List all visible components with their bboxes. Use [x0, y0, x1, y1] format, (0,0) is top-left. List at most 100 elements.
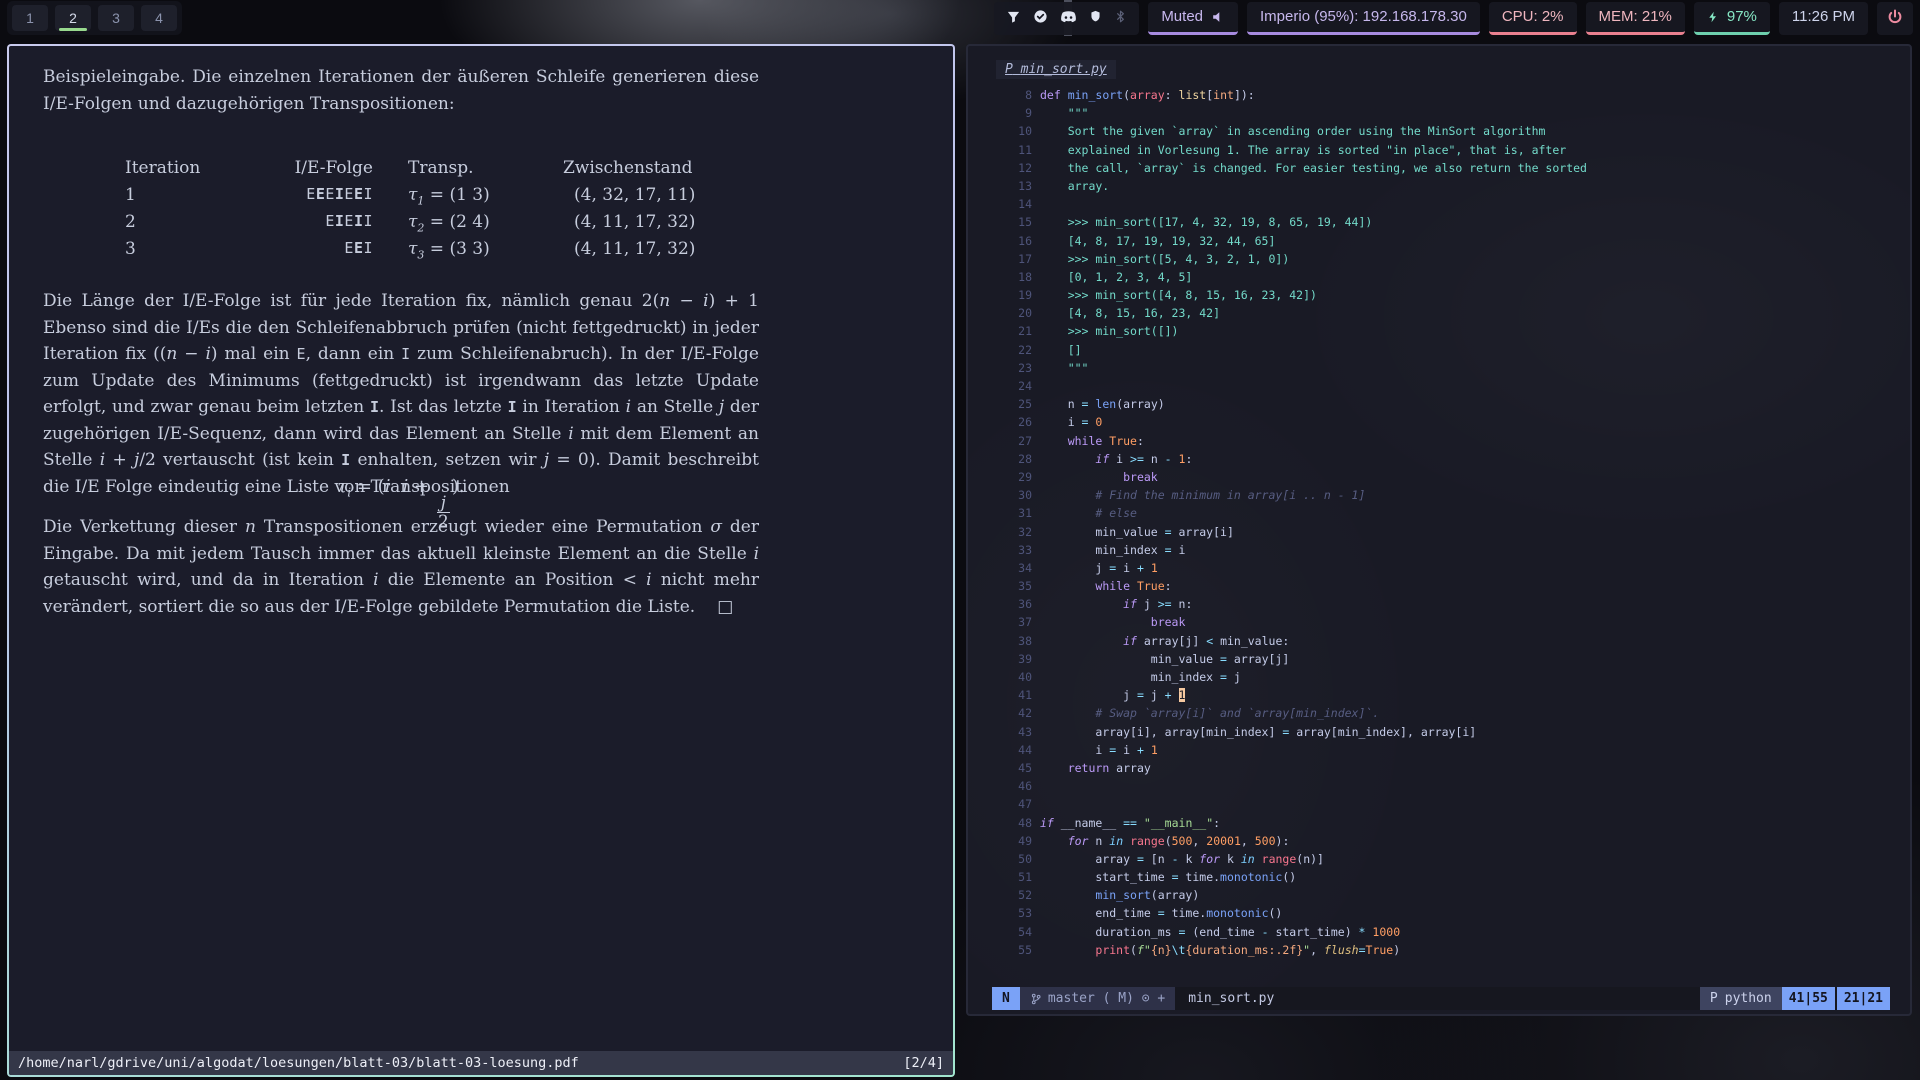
code-token: >>> min_sort([4, 8, 15, 16, 23, 42]) [1040, 288, 1317, 302]
cpu-indicator[interactable]: CPU: 2% [1489, 2, 1577, 35]
text-segment: Die Länge der I/E-Folge ist für jede Ite… [43, 291, 642, 311]
transposition-value: = (2 4) [424, 212, 489, 232]
code-line: 31 # else [992, 504, 1906, 522]
code-token: duration_ms [1040, 925, 1178, 939]
line-number: 21 [992, 322, 1032, 340]
text-segment: □ [717, 597, 733, 617]
text-segment: enhalten, setzen wir [350, 450, 544, 470]
code-token: end_time [1040, 906, 1158, 920]
workspace-button-4[interactable]: 4 [141, 5, 177, 31]
ie-char: E [316, 185, 326, 203]
line-number: 14 [992, 195, 1032, 213]
line-content: i = 0 [1040, 413, 1102, 431]
shield-icon[interactable] [1089, 10, 1102, 23]
code-token: ]): [1234, 88, 1255, 102]
formula-arg1: i [385, 476, 391, 497]
code-token: j [1144, 688, 1165, 702]
clock[interactable]: 11:26 PM [1779, 2, 1868, 35]
check-circle-icon[interactable] [1033, 9, 1048, 24]
battery-indicator[interactable]: 97% [1694, 2, 1770, 35]
code-token: = [1137, 852, 1144, 866]
code-line: 25 n = len(array) [992, 395, 1906, 413]
code-token: array [1130, 88, 1165, 102]
line-content: for n in range(500, 20001, 500): [1040, 832, 1289, 850]
text-segment: Transpositionen erzeugt wieder eine Perm… [256, 517, 710, 537]
pdf-viewer[interactable]: Beispieleingabe. Die einzelnen Iteration… [9, 46, 953, 1075]
code-token: i [1116, 743, 1137, 757]
code-token: True [1137, 579, 1165, 593]
code-token: range [1130, 834, 1165, 848]
code-token: time. [1179, 870, 1221, 884]
code-line: 48if __name__ == "__main__": [992, 814, 1906, 832]
code-token [1137, 816, 1144, 830]
table-row: 3EEIτ3 = (3 3)(4, 11, 17, 32) [9, 239, 953, 266]
line-number: 8 [992, 86, 1032, 104]
python-icon: P [1710, 991, 1718, 1006]
code-line: 55 print(f"{n}\t{duration_ms:.2f}", flus… [992, 941, 1906, 959]
code-token: if [1123, 634, 1137, 648]
code-line: 47 [992, 795, 1906, 813]
workspace-button-1[interactable]: 1 [12, 5, 48, 31]
line-content: Sort the given `array` in ascending orde… [1040, 122, 1545, 140]
code-token: n [1040, 397, 1082, 411]
code-token: 0 [1095, 415, 1102, 429]
code-token: True [1366, 943, 1394, 957]
line-number: 53 [992, 904, 1032, 922]
editor-tab[interactable]: P min_sort.py [996, 60, 1116, 79]
workspaces: 1234 [7, 1, 182, 35]
line-content: min_value = array[i] [1040, 523, 1234, 541]
text-segment: , dann ein [306, 344, 402, 364]
funnel-icon[interactable] [1006, 9, 1021, 24]
workspace-button-3[interactable]: 3 [98, 5, 134, 31]
line-number: 12 [992, 159, 1032, 177]
line-number: 23 [992, 359, 1032, 377]
code-token: + [1137, 743, 1144, 757]
text-segment: . Ist das letzte [379, 397, 508, 417]
pdf-file-path: /home/narl/gdrive/uni/algodat/loesungen/… [18, 1055, 579, 1071]
tab-filename: min_sort.py [1021, 62, 1107, 77]
ie-char: I [335, 185, 345, 203]
line-content: # Swap `array[i]` and `array[min_index]`… [1040, 704, 1379, 722]
power-button[interactable] [1877, 2, 1913, 35]
code-line: 36 if j >= n: [992, 595, 1906, 613]
line-content: >>> min_sort([4, 8, 15, 16, 23, 42]) [1040, 286, 1317, 304]
code-token: - [1165, 452, 1172, 466]
transposition-value: = (1 3) [424, 185, 489, 205]
volume-indicator[interactable]: Muted [1148, 2, 1238, 35]
network-indicator[interactable]: Imperio (95%): 192.168.178.30 [1247, 2, 1480, 35]
statusline: N master ( M) ⊙ + min_sort.py P python 4… [992, 987, 1890, 1010]
code-token: : [1137, 434, 1144, 448]
code-area[interactable]: 8def min_sort(array: list[int]):9 """10 … [992, 86, 1906, 959]
line-number: 46 [992, 777, 1032, 795]
memory-indicator[interactable]: MEM: 21% [1586, 2, 1685, 35]
code-token: # Swap `array[i]` and `array[min_index]`… [1040, 706, 1379, 720]
code-token: start_time [1040, 870, 1172, 884]
line-content: min_sort(array) [1040, 886, 1199, 904]
header-zwischenstand: Zwischenstand [563, 158, 693, 178]
line-content: the call, `array` is changed. For easier… [1040, 159, 1587, 177]
ie-char: E [306, 185, 316, 203]
workspace-button-2[interactable]: 2 [55, 5, 91, 31]
cell-transposition: τ1 = (1 3) [408, 185, 490, 207]
text-segment: ) + 1 [709, 291, 759, 311]
line-content: j = i + 1 [1040, 559, 1158, 577]
code-line: 49 for n in range(500, 20001, 500): [992, 832, 1906, 850]
discord-icon[interactable] [1060, 10, 1077, 24]
code-token: monotonic [1220, 870, 1282, 884]
code-token: ( [1165, 834, 1172, 848]
code-token: array [1040, 852, 1137, 866]
code-token: k [1179, 852, 1200, 866]
code-token: """ [1040, 361, 1088, 375]
code-line: 30 # Find the minimum in array[i .. n - … [992, 486, 1906, 504]
code-token: min_value: [1213, 634, 1289, 648]
line-content: array[i], array[min_index] = array[min_i… [1040, 723, 1476, 741]
code-token: () [1269, 906, 1283, 920]
code-token: n [1088, 834, 1109, 848]
header-transp: Transp. [408, 158, 474, 178]
text-segment: I [508, 398, 517, 416]
bluetooth-icon[interactable] [1114, 10, 1127, 23]
line-number: 29 [992, 468, 1032, 486]
line-content: n = len(array) [1040, 395, 1165, 413]
code-token: (array) [1116, 397, 1164, 411]
code-token: = [1220, 670, 1227, 684]
